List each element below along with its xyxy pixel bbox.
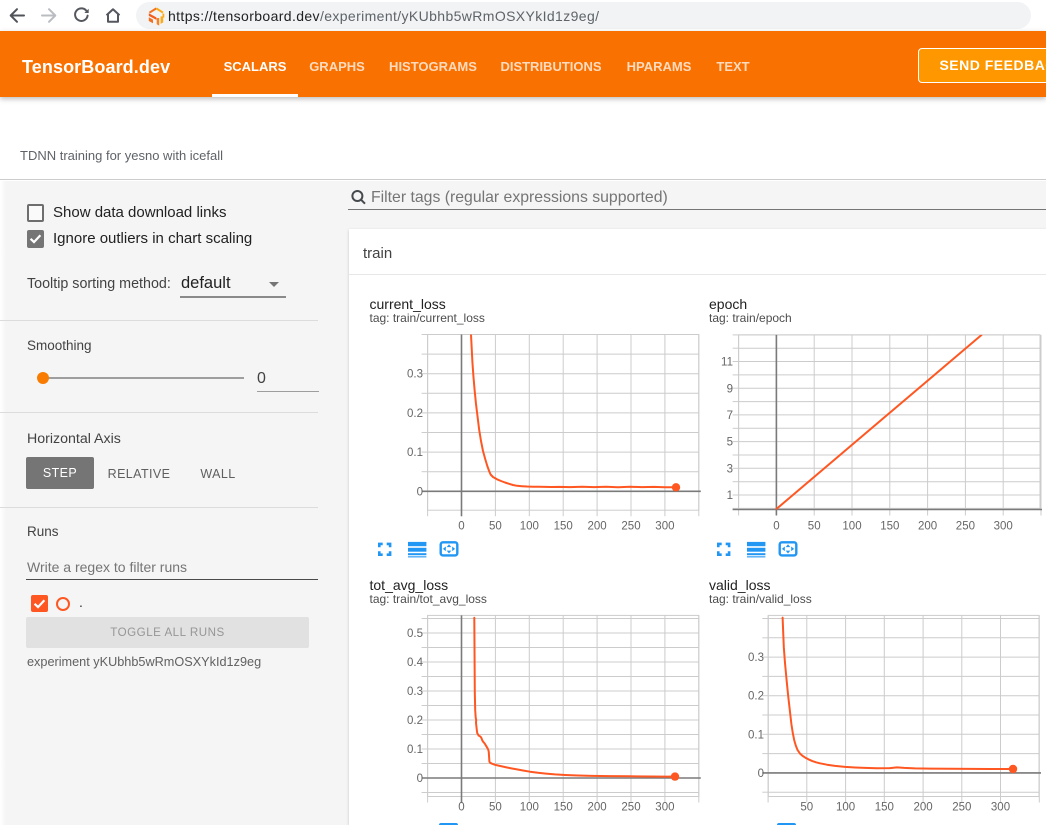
svg-text:0: 0 (417, 773, 423, 785)
svg-text:100: 100 (836, 801, 855, 813)
svg-text:0: 0 (773, 521, 779, 533)
svg-text:150: 150 (554, 801, 573, 813)
svg-text:300: 300 (655, 521, 674, 533)
svg-text:150: 150 (880, 521, 899, 533)
svg-text:0.1: 0.1 (748, 729, 764, 741)
svg-text:50: 50 (489, 801, 502, 813)
svg-text:50: 50 (489, 521, 502, 533)
svg-text:0.2: 0.2 (407, 715, 423, 727)
svg-text:100: 100 (842, 521, 861, 533)
svg-text:200: 200 (918, 521, 937, 533)
svg-text:0.1: 0.1 (407, 447, 423, 459)
svg-text:0: 0 (458, 521, 464, 533)
svg-text:150: 150 (875, 801, 894, 813)
svg-text:250: 250 (956, 521, 975, 533)
svg-text:0: 0 (458, 801, 464, 813)
svg-text:100: 100 (520, 521, 539, 533)
svg-text:250: 250 (621, 801, 640, 813)
svg-text:0: 0 (758, 768, 764, 780)
svg-text:1: 1 (727, 490, 733, 502)
svg-text:0.2: 0.2 (407, 408, 423, 420)
svg-text:250: 250 (621, 521, 640, 533)
svg-text:0.3: 0.3 (407, 686, 423, 698)
svg-text:50: 50 (800, 801, 813, 813)
svg-text:0.4: 0.4 (407, 657, 424, 669)
svg-text:3: 3 (727, 463, 733, 475)
svg-text:9: 9 (727, 383, 733, 395)
svg-text:300: 300 (991, 801, 1010, 813)
svg-text:300: 300 (655, 801, 674, 813)
svg-text:0.1: 0.1 (407, 744, 423, 756)
svg-text:0.3: 0.3 (748, 652, 764, 664)
svg-text:7: 7 (727, 410, 733, 422)
svg-text:200: 200 (588, 521, 607, 533)
svg-text:0.5: 0.5 (407, 628, 423, 640)
svg-text:200: 200 (588, 801, 607, 813)
svg-text:11: 11 (721, 357, 733, 369)
svg-text:5: 5 (727, 437, 733, 449)
svg-text:300: 300 (994, 521, 1013, 533)
svg-text:0.3: 0.3 (407, 369, 423, 381)
svg-text:0.2: 0.2 (748, 691, 764, 703)
svg-text:250: 250 (952, 801, 971, 813)
svg-text:200: 200 (914, 801, 933, 813)
svg-text:50: 50 (808, 521, 821, 533)
svg-text:0: 0 (417, 486, 423, 498)
svg-text:150: 150 (554, 521, 573, 533)
svg-text:100: 100 (520, 801, 539, 813)
